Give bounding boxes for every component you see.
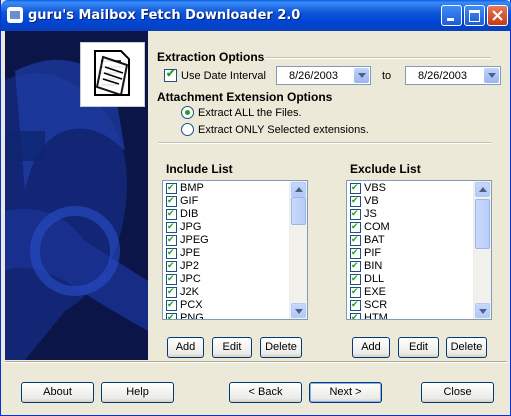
item-checkbox[interactable] <box>350 286 361 298</box>
item-checkbox[interactable] <box>166 208 177 220</box>
item-label: COM <box>364 221 390 233</box>
item-label: HTM <box>364 312 388 320</box>
date-to-picker[interactable]: 8/26/2003 <box>405 66 501 85</box>
next-button[interactable]: Next > <box>309 382 382 403</box>
chevron-down-icon[interactable] <box>484 68 499 83</box>
app-icon <box>7 7 23 23</box>
footer-divider <box>5 361 507 363</box>
scroll-up-button[interactable] <box>291 182 306 197</box>
exclude-edit-button[interactable]: Edit <box>398 337 439 358</box>
item-label: JPE <box>180 247 201 259</box>
item-label: BMP <box>180 182 204 194</box>
close-button[interactable]: Close <box>421 382 494 403</box>
scroll-thumb[interactable] <box>291 197 306 225</box>
to-label: to <box>382 70 392 82</box>
item-checkbox[interactable] <box>166 312 177 319</box>
scroll-down-button[interactable] <box>475 303 490 318</box>
divider <box>265 57 491 59</box>
help-button[interactable]: Help <box>101 382 174 403</box>
item-checkbox[interactable] <box>166 234 177 246</box>
item-label: GIF <box>180 195 199 207</box>
include-edit-button[interactable]: Edit <box>212 337 252 358</box>
document-icon <box>80 42 145 107</box>
include-scrollbar[interactable] <box>289 181 307 319</box>
minimize-icon <box>447 18 454 21</box>
scroll-thumb[interactable] <box>475 199 490 249</box>
item-label: JS <box>364 208 377 220</box>
extract-selected-label: Extract ONLY Selected extensions. <box>198 124 369 136</box>
item-label: JPG <box>180 221 202 233</box>
item-label: VB <box>364 195 379 207</box>
item-checkbox[interactable] <box>166 299 177 311</box>
item-checkbox[interactable] <box>350 312 361 319</box>
item-label: JPEG <box>180 234 209 246</box>
item-checkbox[interactable] <box>166 247 177 259</box>
close-icon <box>492 10 503 21</box>
item-checkbox[interactable] <box>350 247 361 259</box>
title-bar[interactable]: guru's Mailbox Fetch Downloader 2.0 <box>1 0 511 31</box>
item-checkbox[interactable] <box>350 221 361 233</box>
maximize-button[interactable] <box>464 5 485 26</box>
item-label: PIF <box>364 247 382 259</box>
exclude-listbox[interactable]: VBS VB JS COM BAT PIF BIN DLL EXE SCR HT… <box>346 180 492 320</box>
item-checkbox[interactable] <box>166 221 177 233</box>
chevron-down-icon[interactable] <box>354 68 369 83</box>
include-delete-button[interactable]: Delete <box>260 337 302 358</box>
item-checkbox[interactable] <box>350 234 361 246</box>
exclude-list-heading: Exclude List <box>350 162 421 176</box>
use-date-interval-label: Use Date Interval <box>181 70 266 82</box>
item-label: EXE <box>364 286 387 298</box>
close-window-button[interactable] <box>487 5 508 26</box>
item-checkbox[interactable] <box>350 299 361 311</box>
exclude-delete-button[interactable]: Delete <box>446 337 487 358</box>
item-label: JPC <box>180 273 201 285</box>
divider <box>158 142 491 144</box>
attachment-options-heading: Attachment Extension Options <box>157 90 333 104</box>
item-label: J2K <box>180 286 199 298</box>
include-add-button[interactable]: Add <box>167 337 204 358</box>
extract-all-label: Extract ALL the Files. <box>198 107 302 119</box>
item-label: JP2 <box>180 260 199 272</box>
item-checkbox[interactable] <box>166 182 177 194</box>
item-label: BIN <box>364 260 383 272</box>
date-to-value: 8/26/2003 <box>418 70 467 82</box>
include-listbox[interactable]: BMP GIF DIB JPG JPEG JPE JP2 JPC J2K PCX… <box>162 180 308 320</box>
include-list-heading: Include List <box>166 162 233 176</box>
main-window: guru's Mailbox Fetch Downloader 2.0 Extr… <box>0 0 511 416</box>
scroll-up-button[interactable] <box>475 182 490 197</box>
item-checkbox[interactable] <box>166 260 177 272</box>
item-checkbox[interactable] <box>350 208 361 220</box>
back-button[interactable]: < Back <box>229 382 302 403</box>
item-checkbox[interactable] <box>350 260 361 272</box>
item-checkbox[interactable] <box>350 182 361 194</box>
item-checkbox[interactable] <box>166 273 177 285</box>
date-from-value: 8/26/2003 <box>289 70 338 82</box>
item-label: VBS <box>364 182 387 194</box>
extract-selected-radio[interactable] <box>181 123 194 136</box>
item-checkbox[interactable] <box>166 286 177 298</box>
item-label: PNG <box>180 312 204 320</box>
item-label: SCR <box>364 299 388 311</box>
item-label: BAT <box>364 234 385 246</box>
minimize-button[interactable] <box>441 5 462 26</box>
item-label: PCX <box>180 299 203 311</box>
item-label: DIB <box>180 208 199 220</box>
radio-selected-dot <box>185 110 190 115</box>
item-checkbox[interactable] <box>350 195 361 207</box>
use-date-interval-checkbox[interactable]: ✔ <box>164 68 177 82</box>
window-title: guru's Mailbox Fetch Downloader 2.0 <box>28 8 301 23</box>
item-checkbox[interactable] <box>350 273 361 285</box>
exclude-scrollbar[interactable] <box>473 181 491 319</box>
scroll-down-button[interactable] <box>291 303 306 318</box>
about-button[interactable]: About <box>21 382 94 403</box>
checkmark-icon: ✔ <box>166 68 176 80</box>
extract-all-radio[interactable] <box>181 106 194 119</box>
side-banner <box>5 31 148 360</box>
item-checkbox[interactable] <box>166 195 177 207</box>
exclude-add-button[interactable]: Add <box>352 337 390 358</box>
extraction-options-heading: Extraction Options <box>157 50 265 64</box>
date-from-picker[interactable]: 8/26/2003 <box>276 66 371 85</box>
maximize-icon <box>469 10 480 22</box>
item-label: DLL <box>364 273 385 285</box>
